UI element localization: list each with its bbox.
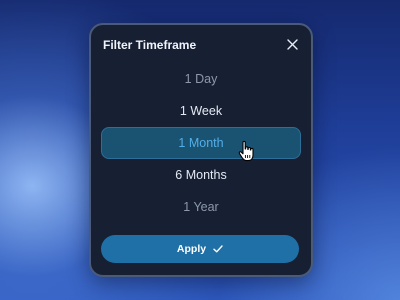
checkmark-icon: [213, 245, 223, 253]
filter-timeframe-dialog: Filter Timeframe 1 Day 1 Week 1 Month 6 …: [89, 23, 313, 277]
close-icon: [286, 38, 298, 50]
timeframe-options-list: 1 Day 1 Week 1 Month 6 Months 1 Year: [101, 63, 301, 223]
apply-label: Apply: [176, 243, 207, 255]
option-label: 1 Week: [179, 104, 223, 118]
option-1-week[interactable]: 1 Week: [101, 95, 301, 127]
option-1-day[interactable]: 1 Day: [101, 63, 301, 95]
option-label: 1 Day: [184, 72, 218, 86]
option-label: 6 Months: [175, 168, 227, 182]
option-label: 1 Year: [183, 200, 219, 214]
dialog-title: Filter Timeframe: [103, 38, 197, 52]
option-1-year[interactable]: 1 Year: [101, 191, 301, 223]
apply-button[interactable]: Apply: [101, 235, 299, 263]
option-label: 1 Month: [178, 136, 224, 150]
option-1-month[interactable]: 1 Month: [101, 127, 301, 159]
close-button[interactable]: [283, 35, 301, 53]
option-6-months[interactable]: 6 Months: [101, 159, 301, 191]
